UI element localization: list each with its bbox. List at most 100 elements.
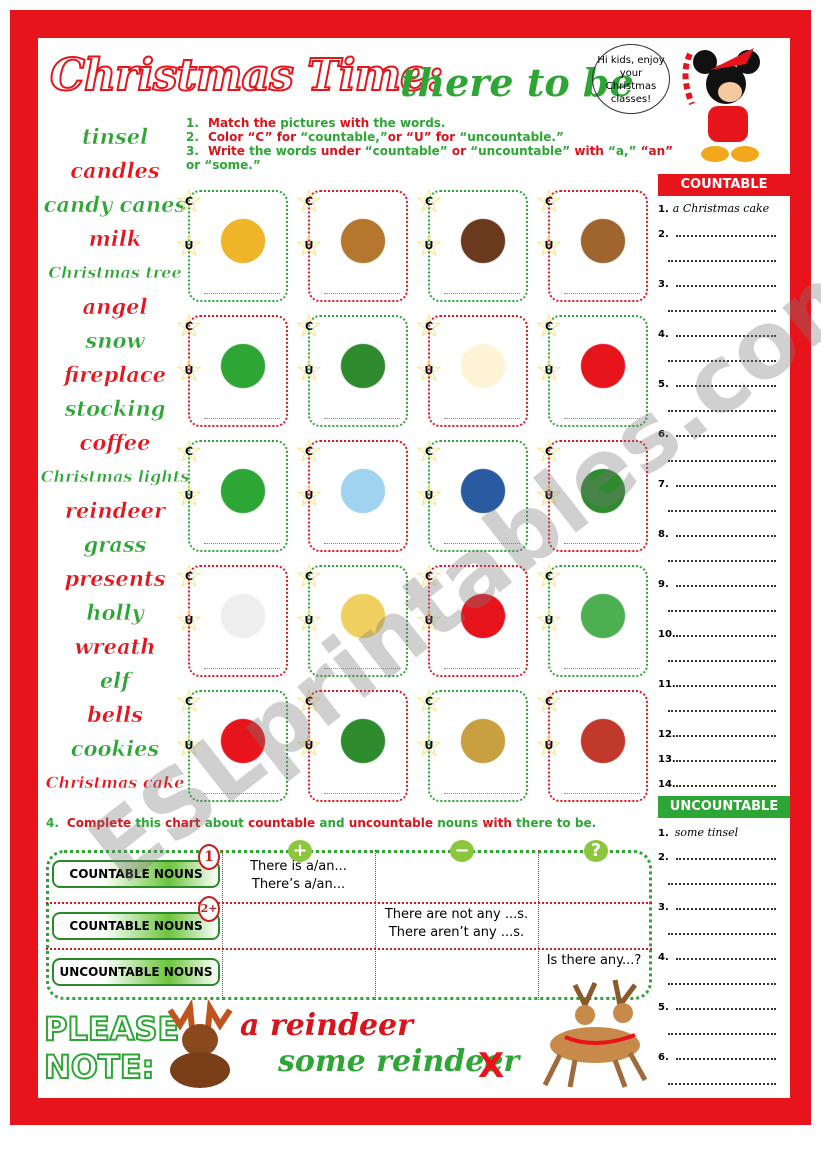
word-item[interactable]: presents [40,562,190,596]
answer-line[interactable] [668,883,776,885]
answer-line[interactable] [324,543,400,544]
answer-line[interactable] [676,685,776,687]
example-answer: a Christmas cake [672,202,770,215]
word-item[interactable]: bells [40,698,190,732]
answer-line[interactable] [204,418,280,419]
chart-cell-plus[interactable]: There is a/an... There’s a/an... [225,858,372,894]
chart-cell-q[interactable]: Is there any...? [538,952,650,970]
answer-line[interactable] [676,1058,776,1060]
answer-line[interactable] [676,635,776,637]
star-u-checkbox[interactable]: ☆ U [172,353,206,387]
star-c-checkbox[interactable]: ☆ C [412,434,446,468]
answer-line[interactable] [444,293,520,294]
answer-line[interactable] [324,293,400,294]
answer-line[interactable] [676,235,776,237]
answer-line[interactable] [676,535,776,537]
answer-line[interactable] [676,735,776,737]
word-item[interactable]: snow [40,324,190,358]
word-item[interactable]: fireplace [40,358,190,392]
word-item[interactable]: milk [40,222,190,256]
answer-line[interactable] [676,858,776,860]
star-c-checkbox[interactable]: ☆ C [172,184,206,218]
word-item[interactable]: coffee [40,426,190,460]
star-c-checkbox[interactable]: ☆ C [412,184,446,218]
answer-line[interactable] [676,760,776,762]
answer-line[interactable] [668,933,776,935]
star-c-checkbox[interactable]: ☆ C [292,184,326,218]
answer-line[interactable] [668,1083,776,1085]
cell-text: There’s a/an... [251,877,346,892]
instruction-3: 3. Write the words under “countable” or “… [186,144,676,172]
answer-line[interactable] [668,710,776,712]
word-item[interactable]: wreath [40,630,190,664]
star-u-checkbox[interactable]: ☆ U [172,603,206,637]
answer-line[interactable] [668,260,776,262]
word-item[interactable]: angel [40,290,190,324]
star-c-checkbox[interactable]: ☆ C [292,434,326,468]
star-u-checkbox[interactable]: ☆ U [532,728,566,762]
word-item[interactable]: tinsel [40,120,190,154]
star-u-checkbox[interactable]: ☆ U [292,478,326,512]
star-label: C [544,695,554,708]
star-c-checkbox[interactable]: ☆ C [412,309,446,343]
answer-line[interactable] [668,660,776,662]
star-u-checkbox[interactable]: ☆ U [412,728,446,762]
answer-line[interactable] [676,585,776,587]
word-item[interactable]: reindeer [40,494,190,528]
answer-line[interactable] [324,793,400,794]
word-item[interactable]: elf [40,664,190,698]
answer-line[interactable] [564,668,640,669]
star-c-checkbox[interactable]: ☆ C [412,684,446,718]
star-u-checkbox[interactable]: ☆ U [412,353,446,387]
answer-line[interactable] [444,793,520,794]
answer-line[interactable] [564,793,640,794]
star-c-checkbox[interactable]: ☆ C [532,309,566,343]
answer-line[interactable] [676,908,776,910]
word-item[interactable]: candles [40,154,190,188]
answer-line[interactable] [676,958,776,960]
word-item[interactable]: stocking [40,392,190,426]
star-u-checkbox[interactable]: ☆ U [412,478,446,512]
word-item[interactable]: Christmas tree [40,256,190,290]
star-c-checkbox[interactable]: ☆ C [172,434,206,468]
word-item[interactable]: Christmas lights [40,460,190,494]
star-c-checkbox[interactable]: ☆ C [292,309,326,343]
star-c-checkbox[interactable]: ☆ C [532,684,566,718]
answer-line[interactable] [676,1008,776,1010]
angel-image [450,331,516,401]
answer-line[interactable] [324,418,400,419]
answer-line[interactable] [676,485,776,487]
star-u-checkbox[interactable]: ☆ U [172,228,206,262]
answer-line[interactable] [668,610,776,612]
star-c-checkbox[interactable]: ☆ C [172,684,206,718]
word-item[interactable]: candy canes [40,188,190,222]
star-c-checkbox[interactable]: ☆ C [292,559,326,593]
word-item[interactable]: grass [40,528,190,562]
answer-line[interactable] [668,983,776,985]
countable-item: 13. [658,754,676,765]
text-segment: “uncountable.” [459,130,564,144]
answer-line[interactable] [668,1033,776,1035]
star-label: C [184,695,194,708]
answer-line[interactable] [444,418,520,419]
star-c-checkbox[interactable]: ☆ C [172,559,206,593]
answer-line[interactable] [668,560,776,562]
star-u-checkbox[interactable]: ☆ U [412,228,446,262]
answer-line[interactable] [444,668,520,669]
answer-line[interactable] [668,510,776,512]
star-u-checkbox[interactable]: ☆ U [292,228,326,262]
star-u-checkbox[interactable]: ☆ U [532,228,566,262]
answer-line[interactable] [204,293,280,294]
star-c-checkbox[interactable]: ☆ C [172,309,206,343]
answer-line[interactable] [676,785,776,787]
star-u-checkbox[interactable]: ☆ U [532,603,566,637]
answer-line[interactable] [564,293,640,294]
word-item[interactable]: holly [40,596,190,630]
star-c-checkbox[interactable]: ☆ C [532,184,566,218]
answer-line[interactable] [204,543,280,544]
star-u-checkbox[interactable]: ☆ U [532,353,566,387]
chart-cell-minus[interactable]: There are not any ...s. There aren’t any … [375,906,538,942]
text-segment: “countable,” [300,130,388,144]
star-u-checkbox[interactable]: ☆ U [172,478,206,512]
star-u-checkbox[interactable]: ☆ U [292,353,326,387]
